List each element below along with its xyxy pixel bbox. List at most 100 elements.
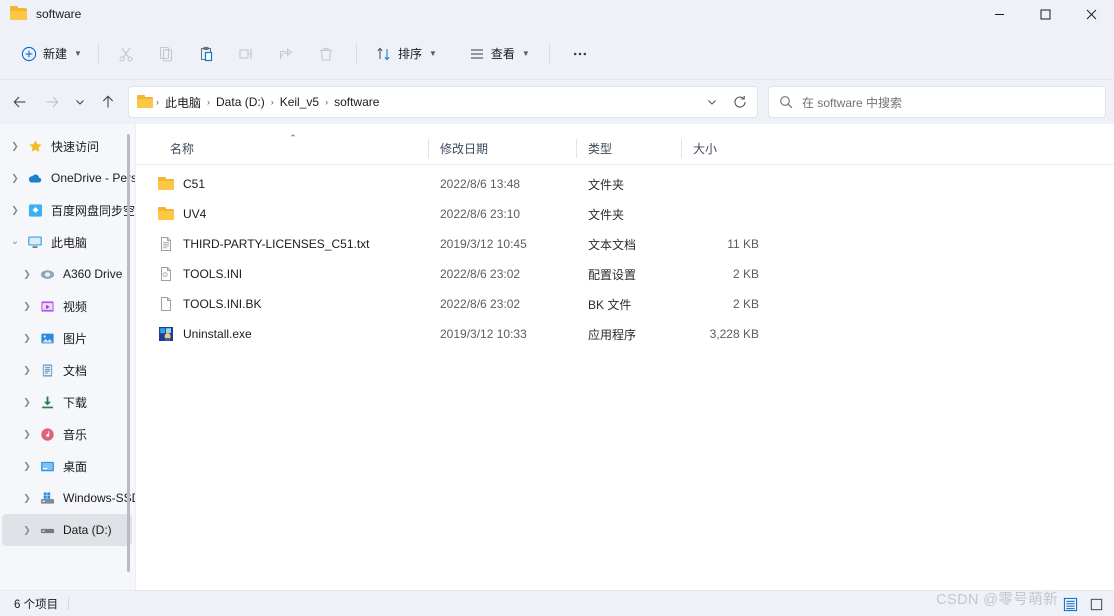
file-name-cell: TOOLS.INI.BK (158, 296, 428, 312)
refresh-button[interactable] (727, 89, 753, 115)
view-button[interactable]: 查看 ▼ (460, 38, 539, 70)
more-options-button[interactable] (560, 38, 600, 70)
table-row[interactable]: UV4 2022/8/6 23:10 文件夹 (136, 199, 1110, 229)
chevron-down-icon[interactable]: ⌄ (4, 237, 26, 247)
file-name: C51 (183, 177, 206, 191)
file-date: 2022/8/6 13:48 (440, 177, 521, 191)
sidebar-item-onedrive[interactable]: ❯ OneDrive - Pers (2, 162, 136, 194)
large-icons-view-button[interactable] (1084, 593, 1108, 615)
paste-icon (200, 46, 213, 61)
chevron-right-icon[interactable]: ❯ (4, 205, 26, 215)
new-button[interactable]: 新建 ▼ (12, 38, 91, 70)
chevron-down-icon: ▼ (521, 49, 530, 58)
windows-drive-icon (38, 491, 56, 506)
search-box[interactable]: 在 software 中搜索 (768, 86, 1106, 118)
table-row[interactable]: THIRD-PARTY-LICENSES_C51.txt 2019/3/12 1… (136, 229, 1110, 259)
file-list-pane: 名称 ⌃ 修改日期 类型 大小 C51 2022/8/6 13:48 文件夹 U… (136, 124, 1114, 590)
sort-button[interactable]: 排序 ▼ (367, 38, 446, 70)
status-bar: 6 个项目 CSDN @零号萌新 (0, 590, 1114, 616)
share-button[interactable] (266, 38, 306, 70)
paste-button[interactable] (186, 38, 226, 70)
recent-locations-button[interactable] (68, 86, 92, 118)
column-headers: 名称 ⌃ 修改日期 类型 大小 (136, 133, 1114, 165)
sidebar-item-label: 此电脑 (51, 235, 88, 250)
breadcrumb-item-this-pc[interactable]: 此电脑 (160, 91, 206, 114)
sidebar-item-documents[interactable]: ❯ 文档 (2, 354, 132, 386)
chevron-right-icon[interactable]: ❯ (16, 493, 38, 503)
sidebar-item-quick-access[interactable]: ❯ 快速访问 (2, 130, 132, 162)
item-count-label: 6 个项目 (14, 598, 59, 611)
chevron-right-icon[interactable]: ❯ (4, 173, 26, 183)
chevron-right-icon[interactable]: ❯ (16, 525, 38, 535)
file-explorer-window: software 新建 ▼ 排序 ▼ 查看 ▼ › 此电脑 › Data (D:… (0, 0, 1114, 616)
column-header-label: 大小 (693, 142, 718, 156)
sidebar-item-baidu-netdisk[interactable]: ❯ 百度网盘同步空 (2, 194, 136, 226)
sidebar-item-a360-drive[interactable]: ❯ A360 Drive (2, 258, 132, 290)
chevron-right-icon[interactable]: ❯ (16, 365, 38, 375)
chevron-right-icon[interactable]: ❯ (16, 397, 38, 407)
chevron-right-icon[interactable]: ❯ (16, 333, 38, 343)
sidebar-item-videos[interactable]: ❯ 视频 (2, 290, 132, 322)
sidebar-item-label: 快速访问 (51, 139, 100, 154)
window-body: ❯ 快速访问 ❯ OneDrive - Pers ❯ 百度网盘同步空 ⌄ 此电脑… (0, 124, 1114, 590)
sidebar-item-desktop[interactable]: ❯ 桌面 (2, 450, 132, 482)
chevron-right-icon[interactable]: ❯ (16, 301, 38, 311)
minimize-button[interactable] (976, 0, 1022, 28)
back-button[interactable] (4, 86, 36, 118)
arrow-right-icon (46, 96, 59, 108)
column-header-label: 类型 (588, 142, 613, 156)
address-bar-row: › 此电脑 › Data (D:) › Keil_v5 › software 在… (0, 80, 1114, 124)
sidebar-item-label: 图片 (63, 331, 88, 346)
file-size: 3,228 KB (709, 327, 759, 341)
up-button[interactable] (92, 86, 124, 118)
sidebar-item-pictures[interactable]: ❯ 图片 (2, 322, 132, 354)
command-bar: 新建 ▼ 排序 ▼ 查看 ▼ (0, 28, 1114, 80)
table-row[interactable]: Uninstall.exe 2019/3/12 10:33 应用程序 3,228… (136, 319, 1110, 349)
folder-icon (10, 6, 28, 22)
address-bar[interactable]: › 此电脑 › Data (D:) › Keil_v5 › software (128, 86, 758, 118)
plus-circle-icon (21, 46, 37, 61)
arrow-left-icon (13, 96, 26, 108)
chevron-right-icon[interactable]: ❯ (16, 429, 38, 439)
cut-button[interactable] (106, 38, 146, 70)
window-title: software (36, 7, 82, 21)
table-row[interactable]: TOOLS.INI.BK 2022/8/6 23:02 BK 文件 2 KB (136, 289, 1110, 319)
delete-button[interactable] (306, 38, 346, 70)
close-button[interactable] (1068, 0, 1114, 28)
sidebar-item-label: 百度网盘同步空 (51, 203, 136, 218)
sort-icon (377, 47, 390, 60)
sidebar-item-data-d[interactable]: ❯ Data (D:) (2, 514, 132, 546)
rename-button[interactable] (226, 38, 266, 70)
file-date: 2022/8/6 23:02 (440, 267, 521, 281)
sidebar-item-music[interactable]: ❯ 音乐 (2, 418, 132, 450)
copy-button[interactable] (146, 38, 186, 70)
window-controls (976, 0, 1114, 28)
forward-button[interactable] (36, 86, 68, 118)
sidebar-scrollbar[interactable] (127, 134, 130, 572)
breadcrumb-item-keil-v5[interactable]: Keil_v5 (275, 92, 324, 112)
chevron-right-icon[interactable]: ❯ (16, 269, 38, 279)
documents-icon (38, 363, 56, 378)
column-header-type[interactable]: 类型 (576, 133, 681, 164)
chevron-down-icon: ▼ (74, 49, 82, 58)
sidebar-item-windows-ssd[interactable]: ❯ Windows-SSD (2, 482, 136, 514)
address-dropdown-button[interactable] (699, 89, 725, 115)
table-row[interactable]: C51 2022/8/6 13:48 文件夹 (136, 169, 1110, 199)
table-row[interactable]: TOOLS.INI 2022/8/6 23:02 配置设置 2 KB (136, 259, 1110, 289)
file-name-cell: TOOLS.INI (158, 266, 428, 282)
search-input[interactable]: 在 software 中搜索 (802, 94, 902, 111)
chevron-right-icon[interactable]: ❯ (16, 461, 38, 471)
column-header-name[interactable]: 名称 ⌃ (158, 133, 428, 164)
sidebar-item-this-pc[interactable]: ⌄ 此电脑 (2, 226, 132, 258)
sidebar-item-label: 文档 (63, 363, 88, 378)
chevron-right-icon[interactable]: ❯ (4, 141, 26, 151)
breadcrumb-item-software[interactable]: software (329, 92, 384, 112)
details-view-button[interactable] (1058, 593, 1082, 615)
column-header-size[interactable]: 大小 (681, 133, 769, 164)
breadcrumb-item-data-d[interactable]: Data (D:) (211, 92, 270, 112)
chevron-down-icon (708, 100, 716, 105)
sidebar-item-downloads[interactable]: ❯ 下载 (2, 386, 132, 418)
column-header-date-modified[interactable]: 修改日期 (428, 133, 576, 164)
maximize-button[interactable] (1022, 0, 1068, 28)
videos-icon (38, 299, 56, 314)
